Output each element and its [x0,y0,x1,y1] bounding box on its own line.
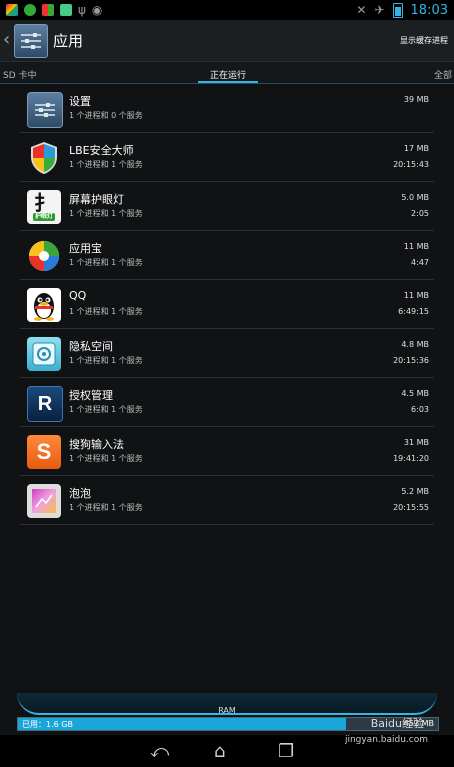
app-memory: 11 MB [403,291,429,300]
app-process-info: 1 个进程和 1 个服务 [69,503,143,512]
settings-app-icon[interactable] [14,24,48,58]
app-memory: 39 MB [403,95,429,104]
app-process-info: 1 个进程和 1 个服务 [69,454,143,463]
app-process-info: 1 个进程和 1 个服务 [69,356,143,365]
windows-icon [42,4,54,16]
app-name: 隐私空间 [69,340,113,353]
app-run-time: 6:03 [411,405,429,414]
usb-icon: ψ [78,3,86,17]
app-memory: 17 MB [403,144,429,153]
airplane-icon: ✈ [374,3,385,17]
lbe-shield-icon [6,4,18,16]
list-item[interactable]: LBE安全大师 1 个进程和 1 个服务 17 MB 20:15:43 [20,133,434,182]
app-memory: 31 MB [403,438,429,447]
app-run-time: 20:15:43 [393,160,429,169]
home-icon[interactable]: ⌂ [214,741,225,762]
navigation-bar: ⤺ ⌂ ❐ Baidu经验 jingyan.baidu.com [0,717,454,767]
app-name: QQ [69,289,87,302]
app-process-info: 1 个进程和 1 个服务 [69,160,143,169]
app-process-info: 1 个进程和 1 个服务 [69,307,143,316]
privacy-safe-icon [27,337,61,371]
authorization-icon: R [27,386,63,422]
tab-running[interactable]: 正在运行 [210,68,246,81]
baidu-watermark-url: jingyan.baidu.com [344,735,428,745]
app-run-time: 20:15:36 [393,356,429,365]
baidu-watermark: Baidu经验 [370,717,424,730]
app-name: 搜狗输入法 [69,438,124,451]
app-run-time: 2:05 [411,209,429,218]
tab-sd-card[interactable]: SD 卡中 [3,68,37,81]
qq-penguin-icon [27,288,61,322]
app-memory: 4.5 MB [401,389,429,398]
app-memory: 5.0 MB [401,193,429,202]
page-title: 应用 [53,32,84,50]
list-item[interactable]: 扌 护眼灯 屏幕护眼灯 1 个进程和 1 个服务 5.0 MB 2:05 [20,182,434,231]
app-name: 授权管理 [69,389,113,402]
no-signal-icon: ✕ [356,3,367,17]
up-chevron-icon[interactable]: ‹ [3,29,10,50]
recent-apps-icon[interactable]: ❐ [278,741,294,762]
list-item[interactable]: S 搜狗输入法 1 个进程和 1 个服务 31 MB 19:41:20 [20,427,434,476]
battery-icon [392,2,403,18]
app-process-info: 1 个进程和 1 个服务 [69,209,143,218]
bubble-icon [27,484,61,518]
list-item[interactable]: 应用宝 1 个进程和 1 个服务 11 MB 4:47 [20,231,434,280]
clock: 18:03 [410,2,448,18]
app-process-info: 1 个进程和 1 个服务 [69,405,143,414]
tab-all[interactable]: 全部 [434,68,452,81]
app-process-info: 1 个进程和 1 个服务 [69,258,143,267]
app-memory: 5.2 MB [401,487,429,496]
app-store-icon [27,239,61,273]
list-item[interactable]: 设置 1 个进程和 0 个服务 39 MB [20,84,434,133]
settings-icon [27,92,63,128]
tab-bar: SD 卡中 正在运行 全部 [0,62,454,84]
list-item[interactable]: QQ 1 个进程和 1 个服务 11 MB 6:49:15 [20,280,434,329]
android-icon: ◉ [91,3,103,17]
app-memory: 4.8 MB [401,340,429,349]
ram-label: RAM [218,706,236,715]
list-item[interactable]: R 授权管理 1 个进程和 1 个服务 4.5 MB 6:03 [20,378,434,427]
status-right: ✕ ✈ 18:03 [356,0,448,20]
status-bar: ψ ◉ ✕ ✈ 18:03 [0,0,454,20]
app-name: 泡泡 [69,487,91,500]
running-apps-list: 设置 1 个进程和 0 个服务 39 MB LBE安全大师 1 个进程和 1 个… [20,84,434,525]
app-memory: 11 MB [403,242,429,251]
app-name: 应用宝 [69,242,102,255]
app-run-time: 20:15:55 [393,503,429,512]
app-run-time: 4:47 [411,258,429,267]
app-icon [60,4,72,16]
back-icon[interactable]: ⤺ [150,741,169,762]
action-bar: ‹ 应用 显示缓存进程 [0,20,454,62]
sogou-input-icon: S [27,435,61,469]
show-cached-processes-button[interactable]: 显示缓存进程 [400,35,448,46]
lbe-shield-icon [27,141,61,175]
app-name: 屏幕护眼灯 [69,193,124,206]
eye-care-icon: 扌 护眼灯 [27,190,61,224]
list-item[interactable]: 隐私空间 1 个进程和 1 个服务 4.8 MB 20:15:36 [20,329,434,378]
list-item[interactable]: 泡泡 1 个进程和 1 个服务 5.2 MB 20:15:55 [20,476,434,525]
app-name: 设置 [69,95,91,108]
app-name: LBE安全大师 [69,144,134,157]
notification-icons: ψ ◉ [6,3,102,17]
app-process-info: 1 个进程和 0 个服务 [69,111,143,120]
leaf-icon [24,4,36,16]
app-run-time: 6:49:15 [398,307,429,316]
app-run-time: 19:41:20 [393,454,429,463]
ram-used-text: 已用：1.6 GB [22,720,73,729]
